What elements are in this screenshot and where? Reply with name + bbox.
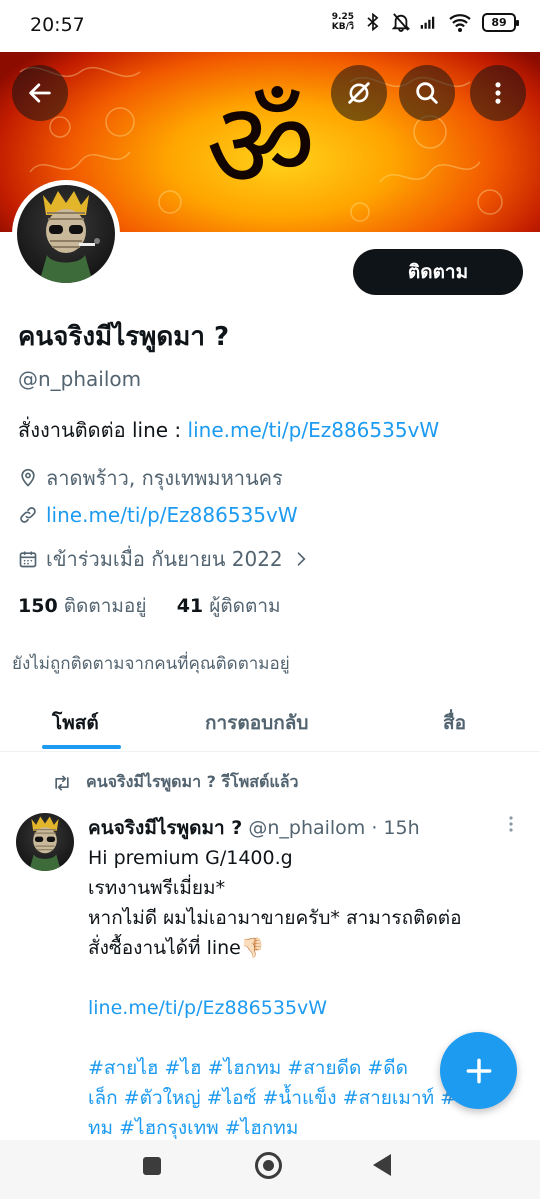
profile-name: คนจริงมีไรพูดมา ? — [18, 322, 230, 352]
repost-icon — [55, 775, 69, 790]
chevron-right-icon — [297, 552, 306, 566]
post-spacer — [88, 963, 528, 993]
avatar-image — [17, 185, 115, 283]
more-vertical-icon — [495, 82, 501, 104]
bio-text: สั่งงานติดต่อ line : — [18, 418, 188, 442]
system-navigation-bar — [0, 1140, 540, 1199]
profile-handle: @n_phailom — [18, 367, 142, 391]
website-row[interactable]: line.me/ti/p/Ez886535vW — [18, 503, 298, 527]
post-line: Hi premium G/1400.g — [88, 847, 293, 869]
search-icon — [416, 82, 438, 104]
following-count: 150 — [18, 595, 58, 617]
active-tab-indicator — [42, 745, 121, 749]
home-circle-icon[interactable] — [255, 1152, 282, 1179]
post-line: หากไม่ดี ผมไม่เอามาขายครับ* สามารถติดต่อ — [88, 907, 462, 929]
post-line: เรทงานพรีเมี่ยม* — [88, 877, 226, 899]
following-link[interactable]: 150 ติดตามอยู่ — [18, 595, 146, 617]
avatar-illustration — [39, 191, 100, 283]
following-label: ติดตามอยู่ — [63, 595, 147, 617]
post-more-icon[interactable] — [506, 814, 516, 834]
follow-button[interactable]: ติดตาม — [353, 249, 523, 295]
battery-indicator: 89 — [482, 12, 519, 32]
back-button[interactable] — [12, 65, 68, 121]
signal-icon — [420, 16, 435, 29]
website-link[interactable]: line.me/ti/p/Ez886535vW — [46, 503, 298, 527]
post-author-name[interactable]: คนจริงมีไรพูดมา ? — [88, 817, 242, 839]
followers-link[interactable]: 41 ผู้ติดตาม — [177, 595, 281, 617]
back-triangle-icon[interactable] — [373, 1154, 391, 1176]
compose-button[interactable] — [440, 1032, 517, 1109]
grok-button[interactable] — [331, 65, 387, 121]
location-pin-icon — [21, 468, 35, 487]
more-options-button[interactable] — [470, 65, 526, 121]
bluetooth-icon — [367, 12, 379, 32]
om-symbol-image: ॐ — [206, 77, 316, 216]
location-text: ลาดพร้าว, กรุงเทพมหานคร — [46, 466, 283, 490]
post-hashtags[interactable]: ทม #ไฮกรุงเทพ #ไฮกทม — [88, 1113, 528, 1143]
joined-row[interactable]: เข้าร่วมเมื่อ กันยายน 2022 — [18, 543, 311, 575]
calendar-icon — [19, 551, 37, 568]
followers-count: 41 — [176, 595, 204, 617]
tab-replies[interactable]: การตอบกลับ — [205, 708, 308, 738]
post-link[interactable]: line.me/ti/p/Ez886535vW — [88, 993, 528, 1023]
follow-counts: 150 ติดตามอยู่ 41 ผู้ติดตาม — [18, 591, 281, 621]
post-header: คนจริงมีไรพูดมา ? @n_phailom · 15h — [88, 813, 420, 843]
status-icons: 9.25 KB/วิ 89 — [331, 12, 519, 32]
post-author-avatar[interactable] — [16, 813, 74, 871]
post-avatar-illustration — [29, 816, 61, 871]
followers-label: ผู้ติดตาม — [209, 595, 281, 617]
not-followed-note: ยังไม่ถูกติดตามจากคนที่คุณติดตามอยู่ — [12, 654, 290, 674]
location-row: ลาดพร้าว, กรุงเทพมหานคร — [18, 462, 283, 494]
grok-icon — [348, 82, 370, 104]
joined-text: เข้าร่วมเมื่อ กันยายน 2022 — [46, 547, 283, 571]
profile-avatar[interactable] — [12, 180, 120, 288]
recents-icon[interactable] — [143, 1157, 161, 1175]
mute-bell-icon — [392, 13, 410, 32]
post-line: สั่งซื้องานได้ที่ line👎🏻 — [88, 937, 265, 959]
link-icon — [20, 507, 36, 523]
post-author-meta: @n_phailom · 15h — [242, 817, 420, 839]
plus-icon — [466, 1058, 491, 1083]
repost-indicator[interactable]: คนจริงมีไรพูดมา ? รีโพสต์แล้ว — [52, 770, 299, 795]
status-time: 20:57 — [30, 14, 85, 36]
profile-tabs: โพสต์ การตอบกลับ สื่อ — [0, 690, 540, 752]
tab-media[interactable]: สื่อ — [443, 708, 466, 738]
network-speed: 9.25 KB/วิ — [331, 12, 354, 32]
wifi-icon — [449, 14, 471, 32]
tab-posts[interactable]: โพสต์ — [52, 708, 99, 738]
profile-bio: สั่งงานติดต่อ line : line.me/ti/p/Ez8865… — [18, 414, 439, 446]
search-button[interactable] — [399, 65, 455, 121]
status-bar: 20:57 9.25 KB/วิ 89 — [0, 0, 540, 52]
bio-link[interactable]: line.me/ti/p/Ez886535vW — [188, 418, 440, 442]
back-arrow-icon — [29, 83, 51, 103]
repost-label: คนจริงมีไรพูดมา ? รีโพสต์แล้ว — [86, 772, 299, 791]
